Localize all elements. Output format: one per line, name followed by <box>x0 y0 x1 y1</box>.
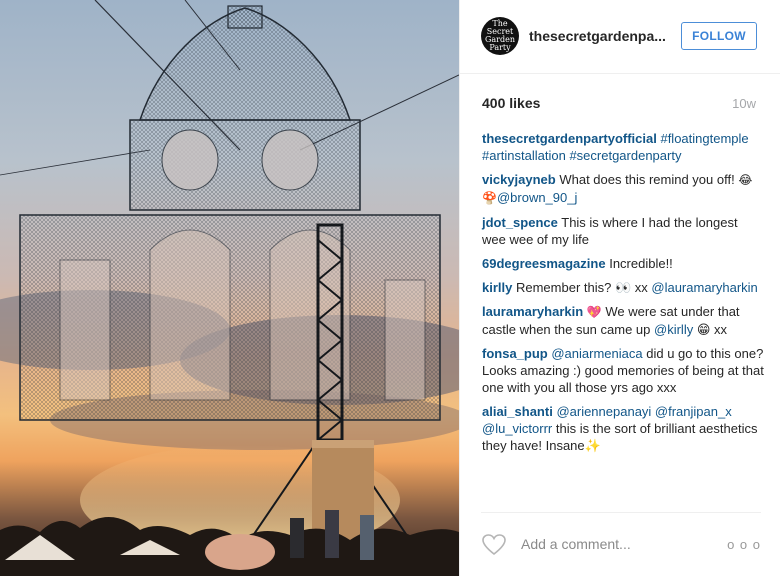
comment-author[interactable]: jdot_spence <box>482 215 558 230</box>
more-options-icon[interactable]: o o o <box>727 537 761 552</box>
comment-text: Remember this? 👀 xx <box>515 280 648 295</box>
comment-text: What does this remind you off! <box>559 172 735 187</box>
add-comment-input[interactable]: Add a comment... <box>521 536 631 552</box>
caption: thesecretgardenpartyofficial #floatingte… <box>482 130 764 164</box>
likes-count[interactable]: 400 likes <box>482 95 540 111</box>
username-link[interactable]: thesecretgardenpa... <box>529 28 666 44</box>
comment-item: lauramaryharkin 💖 We were sat under that… <box>482 303 764 338</box>
follow-button[interactable]: FOLLOW <box>681 22 757 50</box>
post-footer: Add a comment... o o o <box>481 512 761 576</box>
comment-item: kirlly Remember this? 👀 xx @lauramaryhar… <box>482 279 764 296</box>
comment-text: Incredible!! <box>609 256 673 271</box>
comment-author[interactable]: lauramaryharkin <box>482 304 583 319</box>
post-detail-panel: The Secret Garden Party thesecretgardenp… <box>459 0 780 576</box>
comment-item: fonsa_pup @aniarmeniaca did u go to this… <box>482 345 764 396</box>
comment-item: vickyjayneb What does this remind you of… <box>482 171 764 207</box>
comment-author[interactable]: fonsa_pup <box>482 346 548 361</box>
comment-text-after: 😁 xx <box>696 322 728 337</box>
post-photo[interactable] <box>0 0 459 576</box>
avatar[interactable]: The Secret Garden Party <box>481 17 519 55</box>
comment-item: aliai_shanti @ariennepanayi @franjipan_x… <box>482 403 764 454</box>
comment-mention[interactable]: @aniarmeniaca <box>551 346 642 361</box>
comments-list: thesecretgardenpartyofficial #floatingte… <box>482 130 764 461</box>
avatar-logo-text: The Secret Garden Party <box>485 19 515 52</box>
heart-icon[interactable] <box>481 532 507 558</box>
caption-author[interactable]: thesecretgardenpartyofficial <box>482 131 657 146</box>
comment-mention[interactable]: @kirlly <box>654 322 693 337</box>
post-header: The Secret Garden Party thesecretgardenp… <box>460 0 780 74</box>
comment-author[interactable]: 69degreesmagazine <box>482 256 606 271</box>
comment-author[interactable]: vickyjayneb <box>482 172 556 187</box>
temple-installation-graphic <box>0 0 459 576</box>
comment-item: 69degreesmagazine Incredible!! <box>482 255 764 272</box>
comment-item: jdot_spence This is where I had the long… <box>482 214 764 248</box>
comment-emoji: 💖 <box>586 305 602 319</box>
comment-author[interactable]: aliai_shanti <box>482 404 553 419</box>
comment-mention[interactable]: @brown_90_j <box>497 190 577 205</box>
comment-author[interactable]: kirlly <box>482 280 512 295</box>
post-timestamp[interactable]: 10w <box>732 96 756 111</box>
comment-mention[interactable]: @lauramaryharkin <box>651 280 757 295</box>
